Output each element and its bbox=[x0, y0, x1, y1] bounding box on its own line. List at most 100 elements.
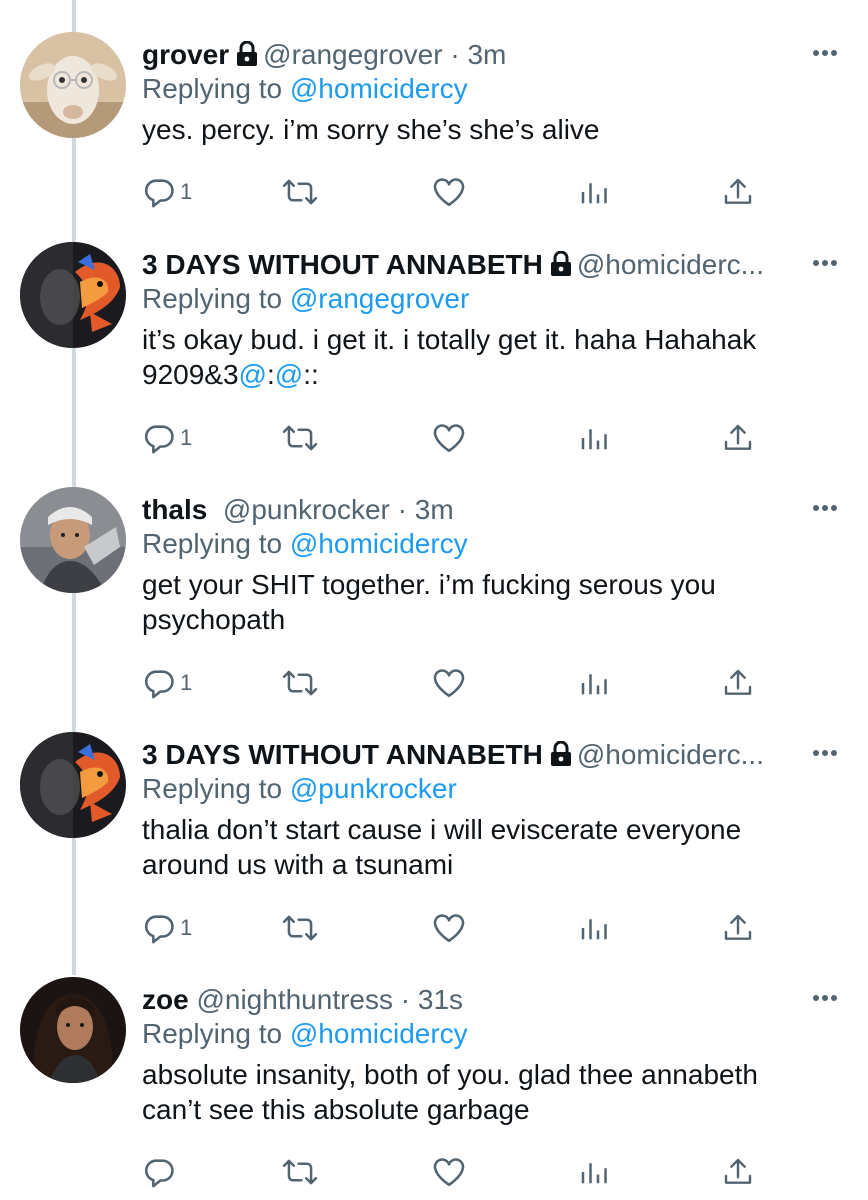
retweet-button[interactable] bbox=[282, 172, 318, 212]
action-bar: 1 bbox=[142, 908, 782, 948]
stats-button[interactable] bbox=[578, 663, 608, 703]
reply-icon bbox=[144, 1159, 174, 1188]
reply-icon bbox=[144, 425, 174, 454]
reply-count: 1 bbox=[180, 425, 193, 450]
like-icon bbox=[433, 424, 465, 453]
retweet-button[interactable] bbox=[282, 663, 318, 703]
reply-button[interactable]: 1 bbox=[142, 908, 192, 948]
tweet-text-line: it’s okay bud. i get it. i totally get i… bbox=[142, 324, 757, 355]
tweet-percy-2[interactable]: 3 DAYS WITHOUT ANNABETH @homiciderc... Re… bbox=[0, 700, 868, 944]
share-button[interactable] bbox=[722, 663, 754, 703]
more-icon[interactable] bbox=[810, 983, 840, 1013]
tweet-header: 3 DAYS WITHOUT ANNABETH @homiciderc... bbox=[142, 248, 808, 282]
tweet-zoe[interactable]: zoe @nighthuntress · 31s Replying to @ho… bbox=[0, 945, 868, 1200]
lock-icon bbox=[549, 740, 573, 772]
mention-link[interactable]: @ bbox=[275, 359, 303, 390]
share-button[interactable] bbox=[722, 1152, 754, 1192]
replying-mention[interactable]: @rangegrover bbox=[290, 283, 469, 314]
reply-button[interactable]: 1 bbox=[142, 663, 192, 703]
handle[interactable]: @homiciderc... bbox=[577, 739, 764, 770]
more-icon[interactable] bbox=[810, 38, 840, 68]
replying-to: Replying to @rangegrover bbox=[142, 282, 469, 316]
handle[interactable]: @punkrocker bbox=[223, 494, 390, 525]
like-button[interactable] bbox=[432, 1152, 466, 1192]
retweet-button[interactable] bbox=[282, 1152, 318, 1192]
replying-mention[interactable]: @homicidercy bbox=[290, 528, 468, 559]
reply-button[interactable] bbox=[142, 1152, 180, 1192]
tweet-text-line: thalia don’t start cause i will eviscera… bbox=[142, 814, 742, 845]
display-name[interactable]: grover bbox=[142, 39, 229, 70]
replying-prefix: Replying to bbox=[142, 528, 290, 559]
tweet-grover[interactable]: grover @rangegrover · 3m Replying to @hom… bbox=[0, 0, 868, 244]
tweet-text: it’s okay bud. i get it. i totally get i… bbox=[142, 322, 832, 392]
replying-mention[interactable]: @homicidercy bbox=[290, 73, 468, 104]
reply-icon bbox=[144, 179, 174, 208]
share-icon bbox=[724, 914, 752, 940]
stats-icon bbox=[581, 183, 607, 204]
handle[interactable]: @rangegrover bbox=[263, 39, 442, 70]
stats-icon bbox=[581, 674, 607, 695]
retweet-button[interactable] bbox=[282, 908, 318, 948]
timestamp[interactable]: 3m bbox=[415, 494, 454, 525]
avatar-thals[interactable] bbox=[20, 487, 126, 593]
fish-avatar-icon bbox=[20, 732, 126, 838]
tweet-text-line: get your SHIT together. i’m fucking sero… bbox=[142, 569, 716, 600]
retweet-button[interactable] bbox=[282, 418, 318, 458]
replying-mention[interactable]: @punkrocker bbox=[290, 773, 457, 804]
tweet-text: thalia don’t start cause i will eviscera… bbox=[142, 812, 832, 882]
handle[interactable]: @nighthuntress bbox=[196, 984, 393, 1015]
stats-button[interactable] bbox=[578, 172, 608, 212]
tweet-percy-1[interactable]: 3 DAYS WITHOUT ANNABETH @homiciderc... Re… bbox=[0, 210, 868, 454]
stats-button[interactable] bbox=[578, 418, 608, 458]
text-fragment: 9209&3 bbox=[142, 359, 239, 390]
share-button[interactable] bbox=[722, 172, 754, 212]
replying-to: Replying to @homicidercy bbox=[142, 72, 468, 106]
avatar-grover[interactable] bbox=[20, 32, 126, 138]
like-button[interactable] bbox=[432, 908, 466, 948]
display-name[interactable]: 3 DAYS WITHOUT ANNABETH bbox=[142, 249, 543, 280]
avatar-zoe[interactable] bbox=[20, 977, 126, 1083]
timestamp[interactable]: 3m bbox=[467, 39, 506, 70]
tweet-thals[interactable]: thals @punkrocker · 3m Replying to @homi… bbox=[0, 455, 868, 699]
more-icon[interactable] bbox=[810, 493, 840, 523]
tweet-header: zoe @nighthuntress · 31s bbox=[142, 983, 808, 1017]
tweet-text-line: yes. percy. i’m sorry she’s she’s alive bbox=[142, 114, 600, 145]
replying-mention[interactable]: @homicidercy bbox=[290, 1018, 468, 1049]
mention-link[interactable]: @ bbox=[239, 359, 267, 390]
timestamp[interactable]: 31s bbox=[418, 984, 463, 1015]
like-button[interactable] bbox=[432, 418, 466, 458]
stats-button[interactable] bbox=[578, 908, 608, 948]
like-button[interactable] bbox=[432, 663, 466, 703]
text-fragment: : bbox=[266, 359, 275, 390]
stats-button[interactable] bbox=[578, 1152, 608, 1192]
fish-avatar-icon bbox=[20, 242, 126, 348]
avatar-percy[interactable] bbox=[20, 242, 126, 348]
stats-icon bbox=[581, 429, 607, 450]
more-icon[interactable] bbox=[810, 738, 840, 768]
tweet-text: absolute insanity, both of you. glad the… bbox=[142, 1057, 832, 1127]
avatar-percy[interactable] bbox=[20, 732, 126, 838]
replying-prefix: Replying to bbox=[142, 1018, 290, 1049]
reply-button[interactable]: 1 bbox=[142, 172, 192, 212]
handle[interactable]: @homiciderc... bbox=[577, 249, 764, 280]
like-button[interactable] bbox=[432, 172, 466, 212]
like-icon bbox=[433, 914, 465, 943]
goat-avatar-icon bbox=[20, 32, 126, 138]
display-name[interactable]: 3 DAYS WITHOUT ANNABETH bbox=[142, 739, 543, 770]
share-icon bbox=[724, 669, 752, 695]
reply-count: 1 bbox=[180, 179, 193, 204]
display-name[interactable]: zoe bbox=[142, 984, 189, 1015]
share-icon bbox=[724, 178, 752, 204]
tweet-header: grover @rangegrover · 3m bbox=[142, 38, 808, 72]
display-name[interactable]: thals bbox=[142, 494, 207, 525]
tweet-header: 3 DAYS WITHOUT ANNABETH @homiciderc... bbox=[142, 738, 808, 772]
share-button[interactable] bbox=[722, 418, 754, 458]
like-icon bbox=[433, 178, 465, 207]
reply-icon bbox=[144, 915, 174, 944]
woman-avatar-icon bbox=[20, 977, 126, 1083]
retweet-icon bbox=[282, 670, 318, 696]
replying-prefix: Replying to bbox=[142, 773, 290, 804]
reply-button[interactable]: 1 bbox=[142, 418, 192, 458]
share-button[interactable] bbox=[722, 908, 754, 948]
more-icon[interactable] bbox=[810, 248, 840, 278]
